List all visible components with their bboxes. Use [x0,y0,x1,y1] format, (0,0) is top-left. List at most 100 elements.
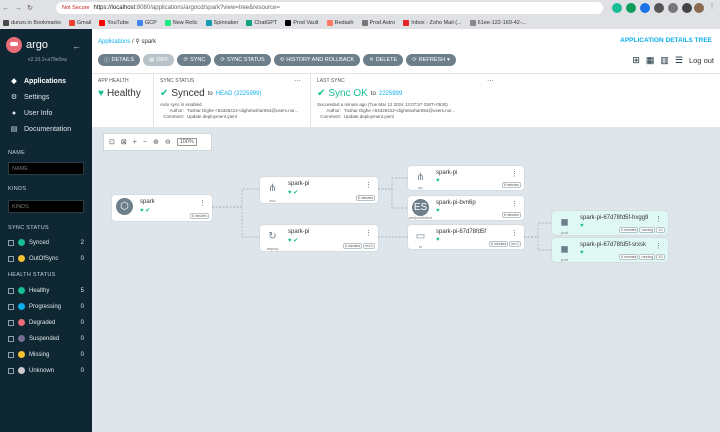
history-and-rollback-button[interactable]: ⟲ HISTORY AND ROLLBACK [273,54,361,66]
resource-node-pod[interactable]: ◼ spark-pi-67d78fd5f-hxgg9 ♥ pod ⋮ 6 minutes r… [552,211,668,235]
breadcrumb-applications[interactable]: Applications [98,39,130,45]
checkbox[interactable] [8,335,14,342]
list-view-icon[interactable]: ☰ [675,55,683,66]
bookmark-item[interactable]: Prod Astro [361,19,395,26]
sidebar-item-settings[interactable]: ⚙ Settings [0,89,92,105]
synced-icon: ✔ [160,88,169,99]
button-icon: ⟳ [220,57,225,63]
node-tags: 6 minutes running 1/1 [619,227,665,233]
zoom-out-icon[interactable]: − [143,139,147,146]
network-view-icon[interactable]: ▥ [660,55,669,66]
bookmark-item[interactable]: Prod Vault [285,19,319,26]
sidebar-item-user-info[interactable]: ● User Info [0,105,92,121]
checkbox[interactable] [8,351,14,358]
bookmark-item[interactable]: Spinnaker [205,19,238,26]
sidebar-item-applications[interactable]: ◆ Applications [0,73,92,89]
pods-view-icon[interactable]: ▦ [646,55,655,66]
extension-icon[interactable] [654,3,664,13]
more-icon[interactable]: ⋯ [487,77,494,85]
checkbox[interactable] [8,367,14,374]
bookmark-item[interactable]: New Relic [164,19,198,26]
extension-icon[interactable] [668,3,678,13]
extension-icon[interactable] [640,3,650,13]
tree-edges [212,177,552,251]
extension-icon[interactable] [612,3,622,13]
checkbox[interactable] [8,287,14,294]
bookmark-icon [246,19,253,26]
zoom-in-magnifier-icon[interactable]: ⊕ [153,138,159,146]
filter-suspended[interactable]: Suspended 0 [8,333,84,344]
filter-synced[interactable]: Synced 2 [8,237,84,248]
name-filter-input[interactable] [8,162,84,175]
more-icon[interactable]: ⋯ [294,77,301,85]
zoom-level[interactable]: 100% [176,138,197,146]
bookmark-item[interactable]: YouTube [99,19,129,26]
resource-node-svc[interactable]: ⋔ spark-pi ♥ ✔ svc ⋮ 6 minutes [260,177,378,203]
not-secure-badge[interactable]: Not Secure [62,5,90,11]
node-menu-icon[interactable]: ⋮ [655,215,662,223]
node-menu-icon[interactable]: ⋮ [511,200,518,208]
tree-view-icon[interactable]: ⊞ [632,55,640,66]
fit-icon[interactable]: ⊡ [109,138,115,146]
filter-missing[interactable]: Missing 0 [8,349,84,360]
filter-degraded[interactable]: Degraded 0 [8,317,84,328]
filter-healthy[interactable]: Healthy 5 [8,285,84,296]
menu-icon[interactable]: ⋮ [706,2,718,10]
logout-link[interactable]: Log out [689,56,714,65]
resource-node-endpointslice[interactable]: ES spark-pi-bvn6p ♥ endpointslice ⋮ 6 minutes [408,196,524,220]
node-menu-icon[interactable]: ⋮ [365,229,372,237]
zoom-out-magnifier-icon[interactable]: ⊖ [165,138,171,146]
filter-progressing[interactable]: Progressing 0 [8,301,84,312]
back-icon[interactable]: ← [0,5,12,12]
checkbox[interactable] [8,255,14,262]
filter-unknown[interactable]: Unknown 0 [8,365,84,376]
bookmark-icon [205,19,212,26]
resource-node-deploy[interactable]: ↻ spark-pi ♥ ✔ deploy ⋮ 6 minutes rev:1 [260,225,378,251]
node-menu-icon[interactable]: ⋮ [655,242,662,250]
logo[interactable]: argo [6,37,48,53]
node-menu-icon[interactable]: ⋮ [511,229,518,237]
bookmark-item[interactable]: Gmail [68,19,91,26]
bookmark-item[interactable]: GCP [136,19,157,26]
sync-target-link[interactable]: HEAD (2225999) [216,91,262,97]
button-icon: ⓘ [104,58,110,64]
group-icon[interactable]: ⊠ [121,138,127,146]
filter-outofsync[interactable]: OutOfSync 0 [8,253,84,264]
forward-icon[interactable]: → [12,5,24,12]
extension-icon[interactable] [626,3,636,13]
resource-node-app[interactable]: ⬡ spark ♥ ✔ ⋮ 6 minutes [112,195,212,221]
diff-button[interactable]: ▤ DIFF [143,54,175,66]
main-content: Applications / ⚲ spark APPLICATION DETAI… [92,29,720,432]
sync-status-button[interactable]: ⟳ SYNC STATUS [214,54,271,66]
resource-node-ep[interactable]: ⋔ spark-pi ♥ ep ⋮ 6 minutes [408,166,524,190]
bookmark-item[interactable]: ChatGPT [246,19,277,26]
last-sync-revision[interactable]: 2225999 [379,91,402,97]
node-menu-icon[interactable]: ⋮ [511,170,518,178]
reload-icon[interactable]: ↻ [24,4,36,12]
sidebar-item-documentation[interactable]: ▤ Documentation [0,121,92,137]
bookmark-item[interactable]: 61ee-122-169-42-... [469,19,526,26]
details-button[interactable]: ⓘ DETAILS [98,54,141,66]
address-bar[interactable]: Not Secure https://localhost:8080/applic… [56,2,603,14]
refresh-button[interactable]: ⟳ REFRESH ▾ [406,54,456,66]
bookmark-item[interactable]: dunzo.in Bookmarks [3,19,61,26]
status-icon [18,351,25,358]
collapse-sidebar-icon[interactable]: ← [72,41,81,51]
delete-button[interactable]: ✕ DELETE [363,54,404,66]
sync-button[interactable]: ⟳ SYNC [177,54,212,66]
avatar[interactable] [694,3,704,13]
resource-node-rs[interactable]: ▭ spark-pi-67d78fd5f ♥ rs ⋮ 6 minutes rev:1 [408,225,524,249]
bookmark-item[interactable]: Redash [326,19,354,26]
checkbox[interactable] [8,239,14,246]
node-menu-icon[interactable]: ⋮ [199,199,206,207]
node-menu-icon[interactable]: ⋮ [365,181,372,189]
checkbox[interactable] [8,303,14,310]
resource-name: spark-pi [288,229,310,235]
sidebar-nav: ◆ Applications ⚙ Settings ● User Info ▤ Documen… [0,73,92,137]
extension-icon[interactable] [682,3,692,13]
resource-node-pod[interactable]: ◼ spark-pi-67d78fd5f-srxsk ♥ pod ⋮ 6 minutes r… [552,238,668,262]
kinds-filter-input[interactable] [8,200,84,213]
bookmark-item[interactable]: Inbox - Zoho Mail (... [403,19,462,26]
checkbox[interactable] [8,319,14,326]
zoom-in-icon[interactable]: + [133,139,137,146]
